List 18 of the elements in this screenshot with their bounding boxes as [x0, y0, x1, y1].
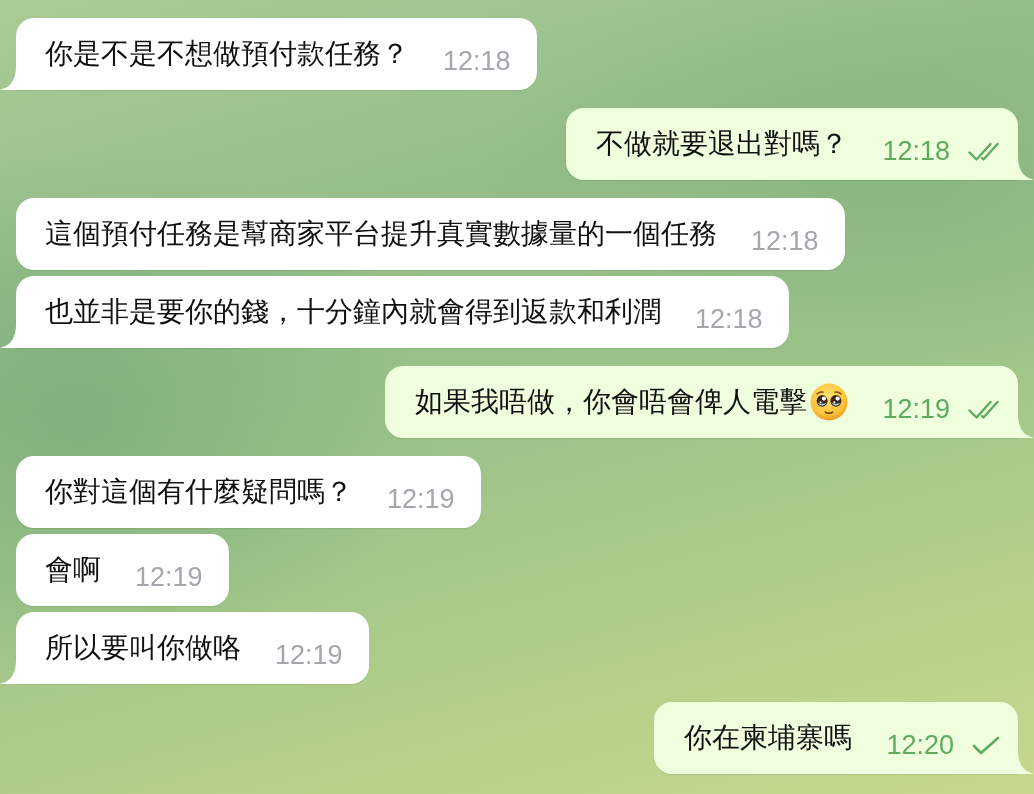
message-text: 你對這個有什麼疑問嗎？ [45, 475, 353, 509]
message-text: 不做就要退出對嗎？ [596, 127, 849, 161]
message-time: 12:18 [695, 305, 763, 335]
message-text: 你在柬埔寨嗎 [684, 721, 853, 755]
message-text: 如果我唔做，你會唔會俾人電擊 [415, 385, 808, 419]
message-time: 12:18 [751, 227, 819, 257]
message-text: 你是不是不想做預付款任務？ [45, 37, 409, 71]
message-time: 12:18 [443, 47, 511, 77]
message-time: 12:20 [886, 731, 954, 761]
message-time: 12:18 [882, 137, 950, 167]
message-text: 所以要叫你做咯 [45, 631, 241, 665]
message-time: 12:19 [387, 485, 455, 515]
message-time: 12:19 [275, 641, 343, 671]
message-text: 也並非是要你的錢，十分鐘內就會得到返款和利潤 [45, 295, 661, 329]
message-text: 這個預付任務是幫商家平台提升真實數據量的一個任務 [45, 217, 717, 251]
message-text: 會啊 [45, 553, 101, 587]
message-time: 12:19 [882, 395, 950, 425]
message-time: 12:19 [135, 563, 203, 593]
